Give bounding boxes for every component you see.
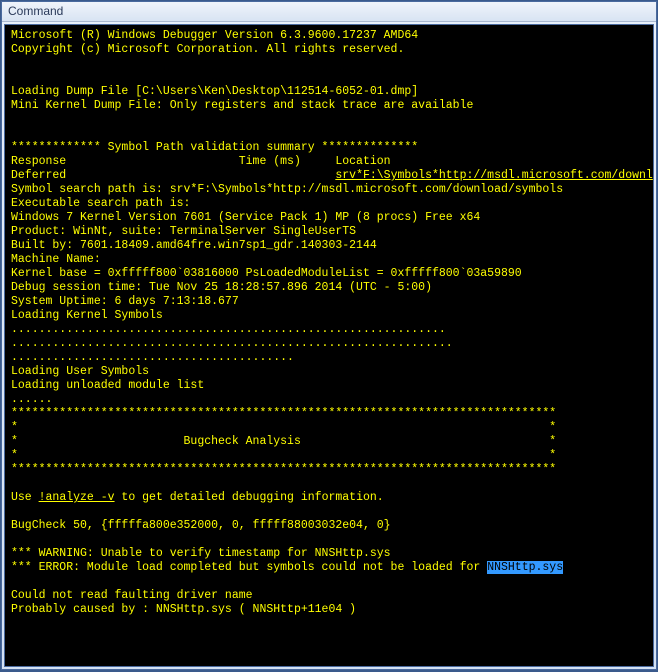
output-line: BugCheck 50, {fffffa800e352000, 0, fffff… [11, 519, 391, 532]
output-line: * Bugcheck Analysis * [11, 435, 556, 448]
output-line: Loading User Symbols [11, 365, 149, 378]
output-line: Machine Name: [11, 253, 101, 266]
output-line: ........................................… [11, 337, 453, 350]
output-line: Could not read faulting driver name [11, 589, 253, 602]
output-line: Response Time (ms) Location [11, 155, 391, 168]
output-line: ************* Symbol Path validation sum… [11, 141, 418, 154]
output-line: Use [11, 491, 39, 504]
output-line: ........................................… [11, 323, 446, 336]
analyze-v-link[interactable]: !analyze -v [39, 491, 115, 504]
window-titlebar[interactable]: Command [2, 2, 656, 22]
output-line: Windows 7 Kernel Version 7601 (Service P… [11, 211, 480, 224]
selected-module-name[interactable]: NNSHttp.sys [487, 561, 563, 574]
output-line: *** WARNING: Unable to verify timestamp … [11, 547, 391, 560]
output-line: Microsoft (R) Windows Debugger Version 6… [11, 29, 418, 42]
output-line: Copyright (c) Microsoft Corporation. All… [11, 43, 404, 56]
output-line: Kernel base = 0xfffff800`03816000 PsLoad… [11, 267, 522, 280]
output-line: Symbol search path is: srv*F:\Symbols*ht… [11, 183, 563, 196]
output-line: ****************************************… [11, 463, 556, 476]
output-line: Loading Dump File [C:\Users\Ken\Desktop\… [11, 85, 418, 98]
output-line: Deferred [11, 169, 335, 182]
output-line: Product: WinNt, suite: TerminalServer Si… [11, 225, 356, 238]
output-line: Built by: 7601.18409.amd64fre.win7sp1_gd… [11, 239, 377, 252]
output-line: Loading unloaded module list [11, 379, 204, 392]
output-line: to get detailed debugging information. [115, 491, 384, 504]
output-line: System Uptime: 6 days 7:13:18.677 [11, 295, 239, 308]
output-line: Debug session time: Tue Nov 25 18:28:57.… [11, 281, 432, 294]
symbol-srv-link[interactable]: srv*F:\Symbols*http://msdl.microsoft.com… [335, 169, 652, 182]
output-line: *** ERROR: Module load completed but sym… [11, 561, 487, 574]
output-line: Loading Kernel Symbols [11, 309, 163, 322]
output-line: Executable search path is: [11, 197, 197, 210]
output-line: * * [11, 421, 556, 434]
output-line: ****************************************… [11, 407, 556, 420]
window-title: Command [8, 4, 63, 18]
output-line: ...... [11, 393, 52, 406]
output-line: Mini Kernel Dump File: Only registers an… [11, 99, 473, 112]
output-line: ........................................… [11, 351, 294, 364]
command-window: Command Microsoft (R) Windows Debugger V… [1, 1, 657, 670]
terminal-output[interactable]: Microsoft (R) Windows Debugger Version 6… [4, 24, 654, 667]
output-line: Probably caused by : NNSHttp.sys ( NNSHt… [11, 603, 356, 616]
output-line: * * [11, 449, 556, 462]
